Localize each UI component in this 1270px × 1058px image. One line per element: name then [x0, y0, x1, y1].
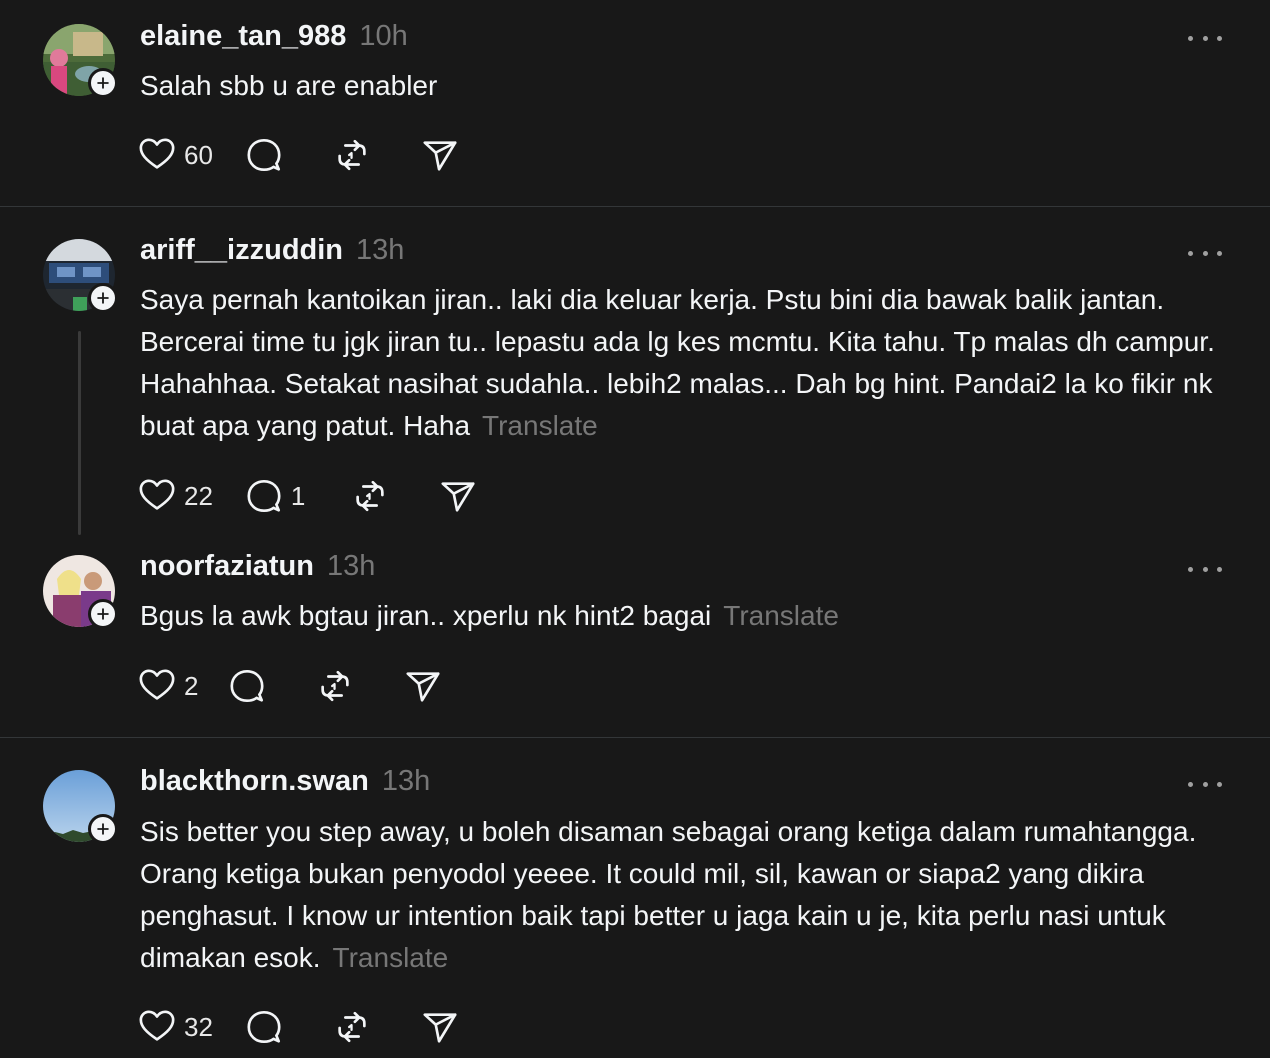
reply-button[interactable] [245, 135, 283, 175]
reply-count: 1 [290, 480, 306, 511]
share-button[interactable] [439, 476, 477, 516]
username[interactable]: noorfaziatun [140, 550, 314, 583]
post-item: ariff__izzuddin 13h Saya pernah kantoika… [0, 207, 1270, 537]
repost-icon [316, 667, 354, 705]
post-item: blackthorn.swan 13h Sis better you step … [0, 738, 1270, 1058]
translate-link[interactable]: Translate [482, 410, 598, 441]
plus-icon [96, 291, 110, 305]
heart-icon [138, 477, 176, 515]
more-horizontal-icon [1188, 250, 1193, 256]
repost-button[interactable] [316, 666, 354, 706]
translate-link[interactable]: Translate [723, 600, 839, 631]
post-text-content: Salah sbb u are enabler [140, 70, 438, 101]
reply-button[interactable] [228, 666, 266, 706]
more-options-button[interactable] [1188, 243, 1222, 263]
like-count: 60 [184, 139, 213, 170]
reply-button[interactable]: 1 [245, 476, 305, 516]
more-horizontal-icon [1188, 566, 1193, 572]
more-options-button[interactable] [1188, 774, 1222, 794]
share-button[interactable] [421, 135, 459, 175]
post-text: Bgus la awk bgtau jiran.. xperlu nk hint… [140, 595, 1230, 637]
avatar[interactable] [43, 24, 118, 98]
share-button[interactable] [421, 1007, 459, 1047]
repost-button[interactable] [351, 476, 389, 516]
username[interactable]: ariff__izzuddin [140, 234, 343, 267]
thread-feed: elaine_tan_988 10h Salah sbb u are enabl… [0, 0, 1270, 1058]
send-paper-plane-icon [439, 477, 477, 515]
follow-button[interactable] [88, 599, 118, 629]
comment-bubble-icon [245, 477, 283, 515]
post-item: elaine_tan_988 10h Salah sbb u are enabl… [0, 0, 1270, 206]
more-options-button[interactable] [1188, 559, 1222, 579]
action-bar: 22 1 [138, 476, 509, 516]
post-text-content: Bgus la awk bgtau jiran.. xperlu nk hint… [140, 600, 712, 631]
follow-button[interactable] [88, 283, 118, 313]
share-button[interactable] [404, 666, 442, 706]
timestamp: 10h [359, 20, 408, 52]
post-text-content: Sis better you step away, u boleh disama… [140, 816, 1197, 973]
post-header: noorfaziatun 13h [140, 550, 375, 590]
timestamp: 13h [381, 765, 431, 797]
send-paper-plane-icon [404, 667, 442, 705]
more-horizontal-icon [1188, 35, 1193, 41]
avatar[interactable] [43, 555, 118, 629]
follow-button[interactable] [88, 814, 118, 844]
username[interactable]: blackthorn.swan [140, 765, 369, 798]
heart-icon [138, 1008, 176, 1046]
follow-button[interactable] [88, 68, 118, 98]
translate-link[interactable]: Translate [333, 942, 449, 973]
plus-icon [96, 76, 110, 90]
send-paper-plane-icon [421, 136, 459, 174]
comment-bubble-icon [228, 667, 266, 705]
repost-icon [333, 1008, 371, 1046]
action-bar: 2 [138, 666, 474, 706]
repost-icon [333, 136, 371, 174]
post-text-content: Saya pernah kantoikan jiran.. laki dia k… [140, 284, 1215, 441]
username[interactable]: elaine_tan_988 [140, 20, 346, 53]
post-item: noorfaziatun 13h Bgus la awk bgtau jiran… [0, 537, 1270, 737]
action-bar: 32 [138, 1007, 491, 1047]
thread-connector-line [78, 331, 81, 535]
comment-bubble-icon [245, 136, 283, 174]
more-horizontal-icon [1188, 781, 1193, 787]
like-button[interactable]: 2 [138, 666, 198, 706]
post-text: Sis better you step away, u boleh disama… [140, 811, 1230, 979]
like-button[interactable]: 32 [138, 1007, 213, 1047]
action-bar: 60 [138, 135, 491, 175]
repost-button[interactable] [333, 135, 371, 175]
plus-icon [96, 607, 110, 621]
like-count: 32 [184, 1011, 213, 1042]
send-paper-plane-icon [421, 1008, 459, 1046]
post-header: blackthorn.swan 13h [140, 765, 430, 805]
avatar[interactable] [43, 770, 118, 844]
more-options-button[interactable] [1188, 28, 1222, 48]
post-header: ariff__izzuddin 13h [140, 234, 404, 274]
post-text: Salah sbb u are enabler [140, 65, 1230, 107]
post-header: elaine_tan_988 10h [140, 20, 408, 60]
like-count: 2 [184, 670, 199, 701]
timestamp: 13h [327, 550, 376, 582]
repost-icon [351, 477, 389, 515]
like-button[interactable]: 60 [138, 135, 213, 175]
repost-button[interactable] [333, 1007, 371, 1047]
plus-icon [96, 822, 110, 836]
timestamp: 13h [356, 234, 405, 266]
post-text: Saya pernah kantoikan jiran.. laki dia k… [140, 279, 1230, 447]
heart-icon [138, 136, 176, 174]
like-button[interactable]: 22 [138, 476, 213, 516]
heart-icon [138, 667, 176, 705]
comment-bubble-icon [245, 1008, 283, 1046]
like-count: 22 [184, 480, 213, 511]
avatar[interactable] [43, 239, 118, 313]
reply-button[interactable] [245, 1007, 283, 1047]
